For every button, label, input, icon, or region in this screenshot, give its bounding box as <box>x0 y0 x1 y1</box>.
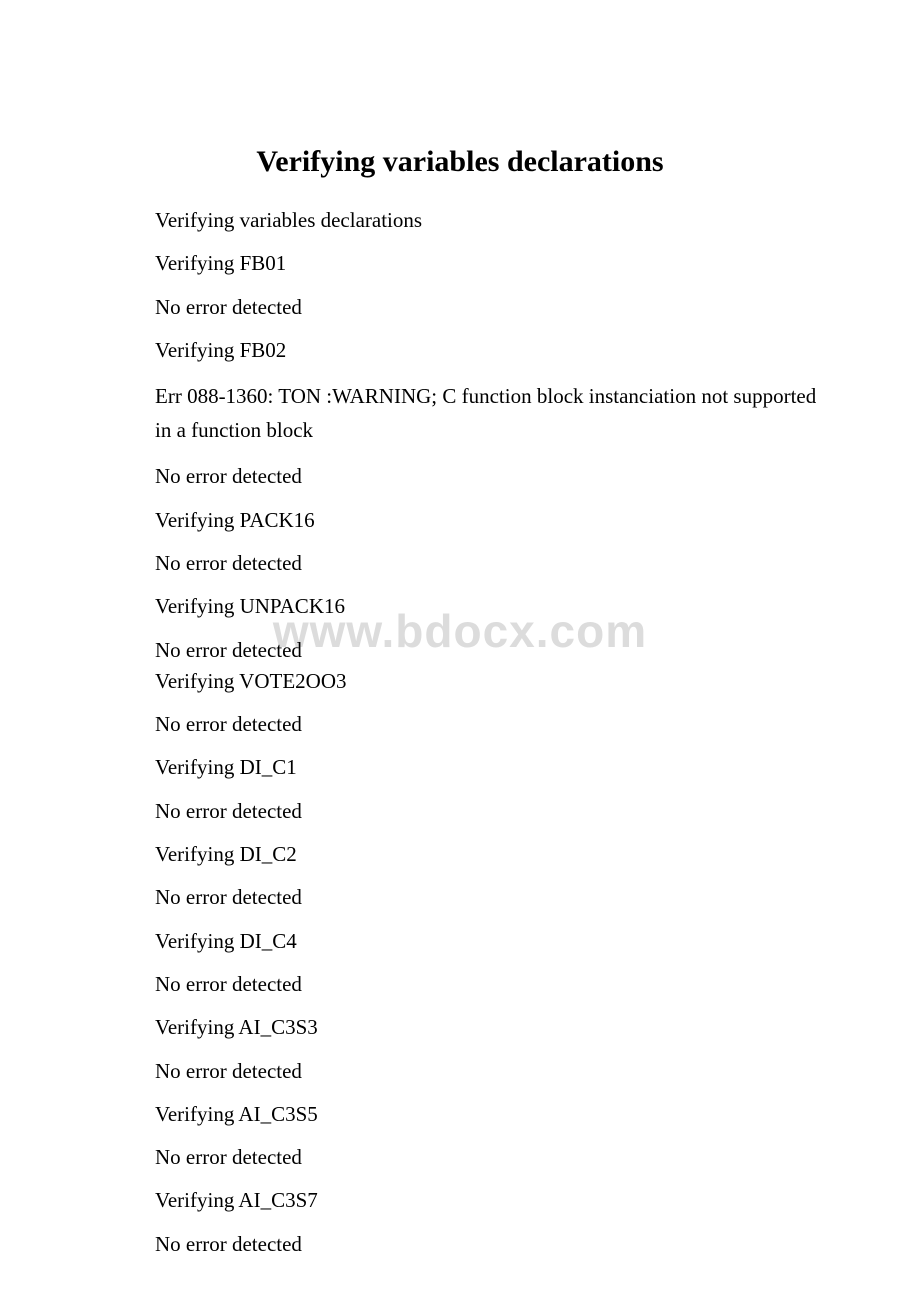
log-line: Verifying DI_C1 <box>155 754 820 781</box>
log-line: No error detected <box>155 1058 820 1085</box>
log-line: Verifying FB02 <box>155 337 820 364</box>
document-content: Verifying variables declarations Verifyi… <box>0 145 920 1258</box>
log-line-text: Err 088-1360: TON :WARNING; C function b… <box>115 380 820 447</box>
log-line: Verifying AI_C3S5 <box>155 1101 820 1128</box>
log-line: No error detected <box>155 294 820 321</box>
log-line: No error detected <box>155 711 820 738</box>
log-line: Verifying AI_C3S7 <box>155 1187 820 1214</box>
log-line: Verifying variables declarations <box>155 207 820 234</box>
page-title: Verifying variables declarations <box>0 145 920 179</box>
tight-line-group: No error detected Verifying VOTE2OO3 <box>155 637 820 696</box>
log-line: Verifying DI_C2 <box>155 841 820 868</box>
log-line: No error detected <box>155 1144 820 1171</box>
log-line: No error detected <box>155 550 820 577</box>
log-line: No error detected <box>155 637 820 664</box>
log-line: Verifying FB01 <box>155 250 820 277</box>
log-line: Verifying AI_C3S3 <box>155 1014 820 1041</box>
body-lines: Verifying variables declarations Verifyi… <box>0 207 920 1258</box>
log-line: No error detected <box>155 971 820 998</box>
log-line-wrapped: Err 088-1360: TON :WARNING; C function b… <box>115 380 820 447</box>
log-line: No error detected <box>155 798 820 825</box>
log-line: Verifying PACK16 <box>155 507 820 534</box>
log-line: Verifying VOTE2OO3 <box>155 668 820 695</box>
log-line: No error detected <box>155 463 820 490</box>
log-line: Verifying DI_C4 <box>155 928 820 955</box>
log-line: Verifying UNPACK16 <box>155 593 820 620</box>
log-line: No error detected <box>155 884 820 911</box>
log-line: No error detected <box>155 1231 820 1258</box>
